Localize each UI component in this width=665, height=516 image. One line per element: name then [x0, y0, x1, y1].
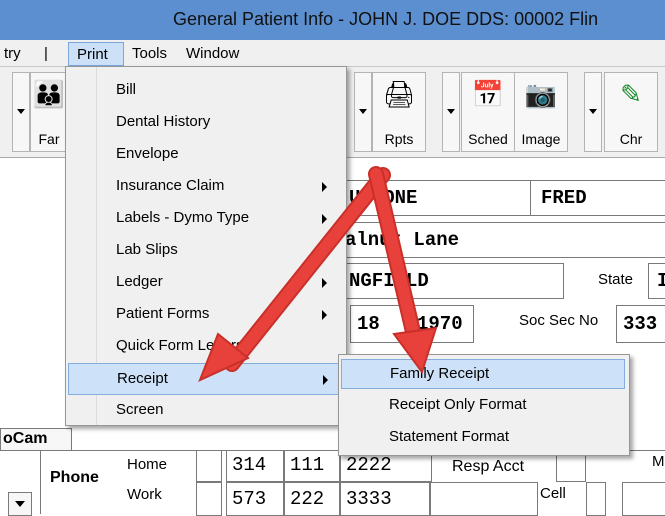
- submenu-arrow-icon: [322, 214, 327, 224]
- work-area-field[interactable]: 573: [226, 482, 284, 516]
- city-field[interactable]: NGFIELD: [340, 263, 564, 299]
- submenu-arrow-icon: [322, 182, 327, 192]
- menu-item-receipt[interactable]: Receipt: [68, 363, 344, 395]
- menu-item-bill[interactable]: Bill: [66, 75, 346, 107]
- state-field[interactable]: I: [648, 263, 665, 299]
- cell-ext-field[interactable]: [586, 482, 606, 516]
- toolbar-button-image[interactable]: 📷 Image: [514, 72, 568, 152]
- dropdown-arrow[interactable]: [442, 72, 460, 152]
- submenu-arrow-icon: [323, 375, 328, 385]
- window-title: General Patient Info - JOHN J. DOE DDS: …: [173, 9, 599, 29]
- work-prefix-field[interactable]: 222: [284, 482, 340, 516]
- menu-item-ledger[interactable]: Ledger: [66, 267, 346, 299]
- last-name-field[interactable]: UTTONE: [340, 180, 532, 216]
- toolbar-button-rpts[interactable]: 🖨 Rpts: [372, 72, 426, 152]
- ssn-label: Soc Sec No: [519, 312, 599, 329]
- printer-icon: 🖨: [382, 79, 416, 109]
- probe-icon: ✎: [620, 79, 642, 109]
- menu-item-labels-dymo[interactable]: Labels - Dymo Type: [66, 203, 346, 235]
- menu-item-patient-forms[interactable]: Patient Forms: [66, 299, 346, 331]
- work-phone-label: Work: [127, 486, 162, 503]
- dob-year-field[interactable]: 1970: [408, 305, 474, 343]
- work-extra-field[interactable]: [430, 482, 538, 516]
- submenu-arrow-icon: [322, 278, 327, 288]
- menu-item-lab-slips[interactable]: Lab Slips: [66, 235, 346, 267]
- dropdown-arrow[interactable]: [584, 72, 602, 152]
- toolbar-button-family[interactable]: 👪 Far: [30, 72, 68, 152]
- resp-acct-label: Resp Acct: [452, 458, 525, 475]
- address-field[interactable]: alnut Lane: [340, 222, 665, 258]
- menu-item-screen[interactable]: Screen: [66, 395, 346, 427]
- work-number-field[interactable]: 3333: [340, 482, 430, 516]
- divider: [40, 450, 41, 514]
- toolbar-button-sched[interactable]: 📅 Sched: [461, 72, 515, 152]
- m-label: M: [652, 453, 665, 470]
- dob-day-field[interactable]: 18: [350, 305, 408, 343]
- family-icon: 👪: [32, 79, 66, 109]
- menu-separator: |: [44, 45, 48, 62]
- menu-tools[interactable]: Tools: [132, 45, 167, 62]
- menu-print-label: Print: [77, 46, 108, 63]
- receipt-submenu: Family Receipt Receipt Only Format State…: [338, 354, 630, 456]
- cell-label: Cell: [540, 485, 566, 502]
- submenu-arrow-icon: [322, 310, 327, 320]
- menu-item-insurance-claim[interactable]: Insurance Claim: [66, 171, 346, 203]
- dropdown-arrow[interactable]: [12, 72, 30, 152]
- menu-item-dental-history[interactable]: Dental History: [66, 107, 346, 139]
- ssn-field[interactable]: 333: [616, 305, 665, 343]
- print-menu: Bill Dental History Envelope Insurance C…: [65, 66, 347, 426]
- menu-item-statement-format[interactable]: Statement Format: [341, 423, 625, 453]
- menu-item-envelope[interactable]: Envelope: [66, 139, 346, 171]
- menu-window[interactable]: Window: [186, 45, 239, 62]
- menu-print[interactable]: Print: [68, 42, 124, 66]
- calendar-icon: 📅: [471, 79, 505, 109]
- toolbar-button-chart[interactable]: ✎ Chr: [604, 72, 658, 152]
- tab-intracam[interactable]: oCam: [0, 428, 72, 451]
- menu-item-quick-form-letters[interactable]: Quick Form Letters: [66, 331, 346, 363]
- phone-section-label: Phone: [50, 469, 99, 486]
- home-phone-label: Home: [127, 456, 168, 473]
- work-ext-field[interactable]: [196, 482, 222, 516]
- cell-phone-field[interactable]: [622, 482, 665, 516]
- dropdown-arrow[interactable]: [354, 72, 372, 152]
- title-bar: General Patient Info - JOHN J. DOE DDS: …: [0, 0, 665, 41]
- camera-icon: 📷: [524, 79, 558, 109]
- home-area-field[interactable]: 314: [226, 450, 284, 482]
- first-name-field[interactable]: FRED: [530, 180, 665, 216]
- home-prefix-field[interactable]: 111: [284, 450, 340, 482]
- state-label: State: [598, 271, 634, 288]
- scroll-down-button[interactable]: [8, 492, 32, 516]
- menu-item-receipt-only-format[interactable]: Receipt Only Format: [341, 391, 625, 421]
- home-ext-field[interactable]: [196, 450, 222, 482]
- menu-entry[interactable]: try: [4, 45, 21, 62]
- menu-item-family-receipt[interactable]: Family Receipt: [341, 359, 625, 389]
